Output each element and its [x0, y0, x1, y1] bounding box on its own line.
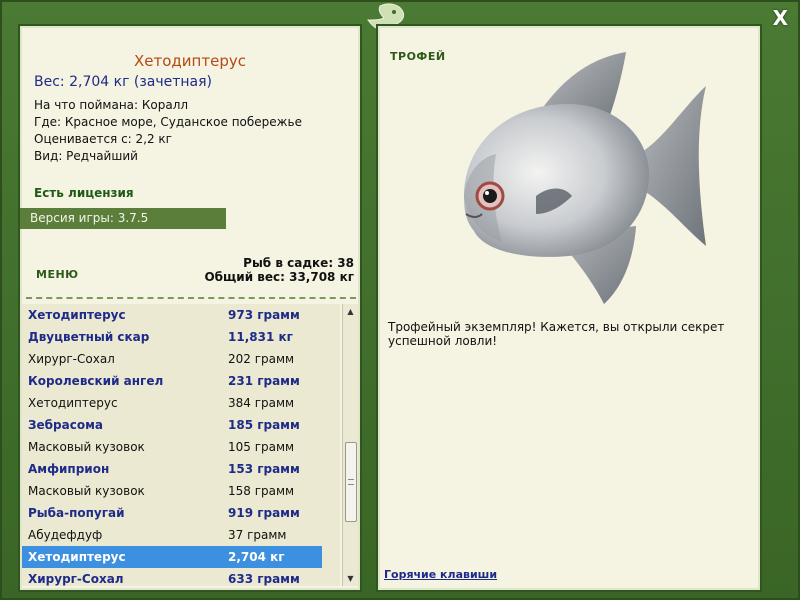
fish-name: Абудефдуф: [28, 528, 103, 542]
fish-list-row[interactable]: Масковый кузовок 158 грамм: [22, 480, 322, 502]
cage-stats: Рыб в садке: 38 Общий вес: 33,708 кг: [204, 256, 354, 284]
fish-list-row[interactable]: Хирург-Сохал 202 грамм: [22, 348, 322, 370]
fish-weight-value: 973 грамм: [228, 308, 300, 322]
fish-name: Двуцветный скар: [28, 330, 150, 344]
version-bar: Версия игры: 3.7.5: [20, 208, 226, 229]
trophy-description: Трофейный экземпляр! Кажется, вы открыли…: [388, 320, 725, 348]
fish-name: Хирург-Сохал: [28, 572, 124, 586]
fish-list-row-selected[interactable]: Хетодиптерус 2,704 кг: [22, 546, 322, 568]
fish-name: Королевский ангел: [28, 374, 164, 388]
fish-list-row[interactable]: Двуцветный скар 11,831 кг: [22, 326, 322, 348]
valuation-info: Оценивается с: 2,2 кг: [34, 132, 172, 146]
bait-info: На что поймана: Коралл: [34, 98, 189, 112]
close-button[interactable]: X: [773, 6, 788, 30]
fish-list-row[interactable]: Хирург-Сохал 633 грамм: [22, 568, 322, 586]
fish-name: Хетодиптерус: [28, 308, 126, 322]
fish-weight-value: 384 грамм: [228, 396, 295, 410]
divider: [26, 297, 356, 299]
hotkeys-link[interactable]: Горячие клавиши: [384, 568, 497, 581]
fish-image: [464, 52, 706, 304]
fish-name: Зебрасома: [28, 418, 103, 432]
list-scrollbar[interactable]: ▲ ▼: [342, 304, 358, 586]
fish-name: Хирург-Сохал: [28, 352, 115, 366]
license-status: Есть лицензия: [34, 186, 134, 200]
scroll-up-icon[interactable]: ▲: [343, 304, 358, 319]
fish-list-row[interactable]: Королевский ангел 231 грамм: [22, 370, 322, 392]
species-rarity-info: Вид: Редчайший: [34, 149, 138, 163]
fish-list-row[interactable]: Рыба-попугай 919 грамм: [22, 502, 322, 524]
game-window: X Хетодиптерус Вес: 2,704 кг (зачетная) …: [0, 0, 800, 600]
scroll-down-icon[interactable]: ▼: [343, 571, 358, 586]
fish-weight: Вес: 2,704 кг (зачетная): [34, 74, 213, 90]
fish-list[interactable]: Хетодиптерус 973 грамм Двуцветный скар 11,8…: [22, 304, 340, 586]
fish-weight-value: 37 грамм: [228, 528, 287, 542]
location-info: Где: Красное море, Суданское побережье: [34, 115, 302, 129]
fish-weight-value: 158 грамм: [228, 484, 295, 498]
fish-name: Масковый кузовок: [28, 484, 145, 498]
fish-list-row[interactable]: Зебрасома 185 грамм: [22, 414, 322, 436]
fish-name: Хетодиптерус: [28, 396, 118, 410]
fish-weight-value: 919 грамм: [228, 506, 300, 520]
fish-weight-value: 231 грамм: [228, 374, 300, 388]
scroll-thumb[interactable]: [345, 442, 357, 522]
menu-button[interactable]: МЕНЮ: [36, 268, 79, 281]
fish-weight-value: 185 грамм: [228, 418, 300, 432]
catch-info-panel: Хетодиптерус Вес: 2,704 кг (зачетная) На…: [18, 24, 362, 592]
fish-name: Масковый кузовок: [28, 440, 145, 454]
fish-weight-value: 2,704 кг: [228, 550, 285, 564]
fish-title: Хетодиптерус: [134, 52, 246, 70]
fish-weight-value: 105 грамм: [228, 440, 295, 454]
trophy-panel: ТРОФЕЙ Трофейный экземпляр! Кажется, вы …: [376, 24, 762, 592]
fish-list-row[interactable]: Масковый кузовок 105 грамм: [22, 436, 322, 458]
trophy-label: ТРОФЕЙ: [390, 50, 446, 63]
fish-count: Рыб в садке: 38: [243, 256, 354, 270]
fish-list-row[interactable]: Амфиприон 153 грамм: [22, 458, 322, 480]
fish-name: Хетодиптерус: [28, 550, 126, 564]
fish-weight-value: 633 грамм: [228, 572, 300, 586]
total-weight: Общий вес: 33,708 кг: [204, 270, 354, 284]
fish-list-row[interactable]: Хетодиптерус 384 грамм: [22, 392, 322, 414]
fish-name: Рыба-попугай: [28, 506, 125, 520]
fish-weight-value: 202 грамм: [228, 352, 295, 366]
fish-weight-value: 153 грамм: [228, 462, 300, 476]
fish-name: Амфиприон: [28, 462, 110, 476]
fish-list-row[interactable]: Хетодиптерус 973 грамм: [22, 304, 322, 326]
fish-list-row[interactable]: Абудефдуф 37 грамм: [22, 524, 322, 546]
fish-weight-value: 11,831 кг: [228, 330, 293, 344]
